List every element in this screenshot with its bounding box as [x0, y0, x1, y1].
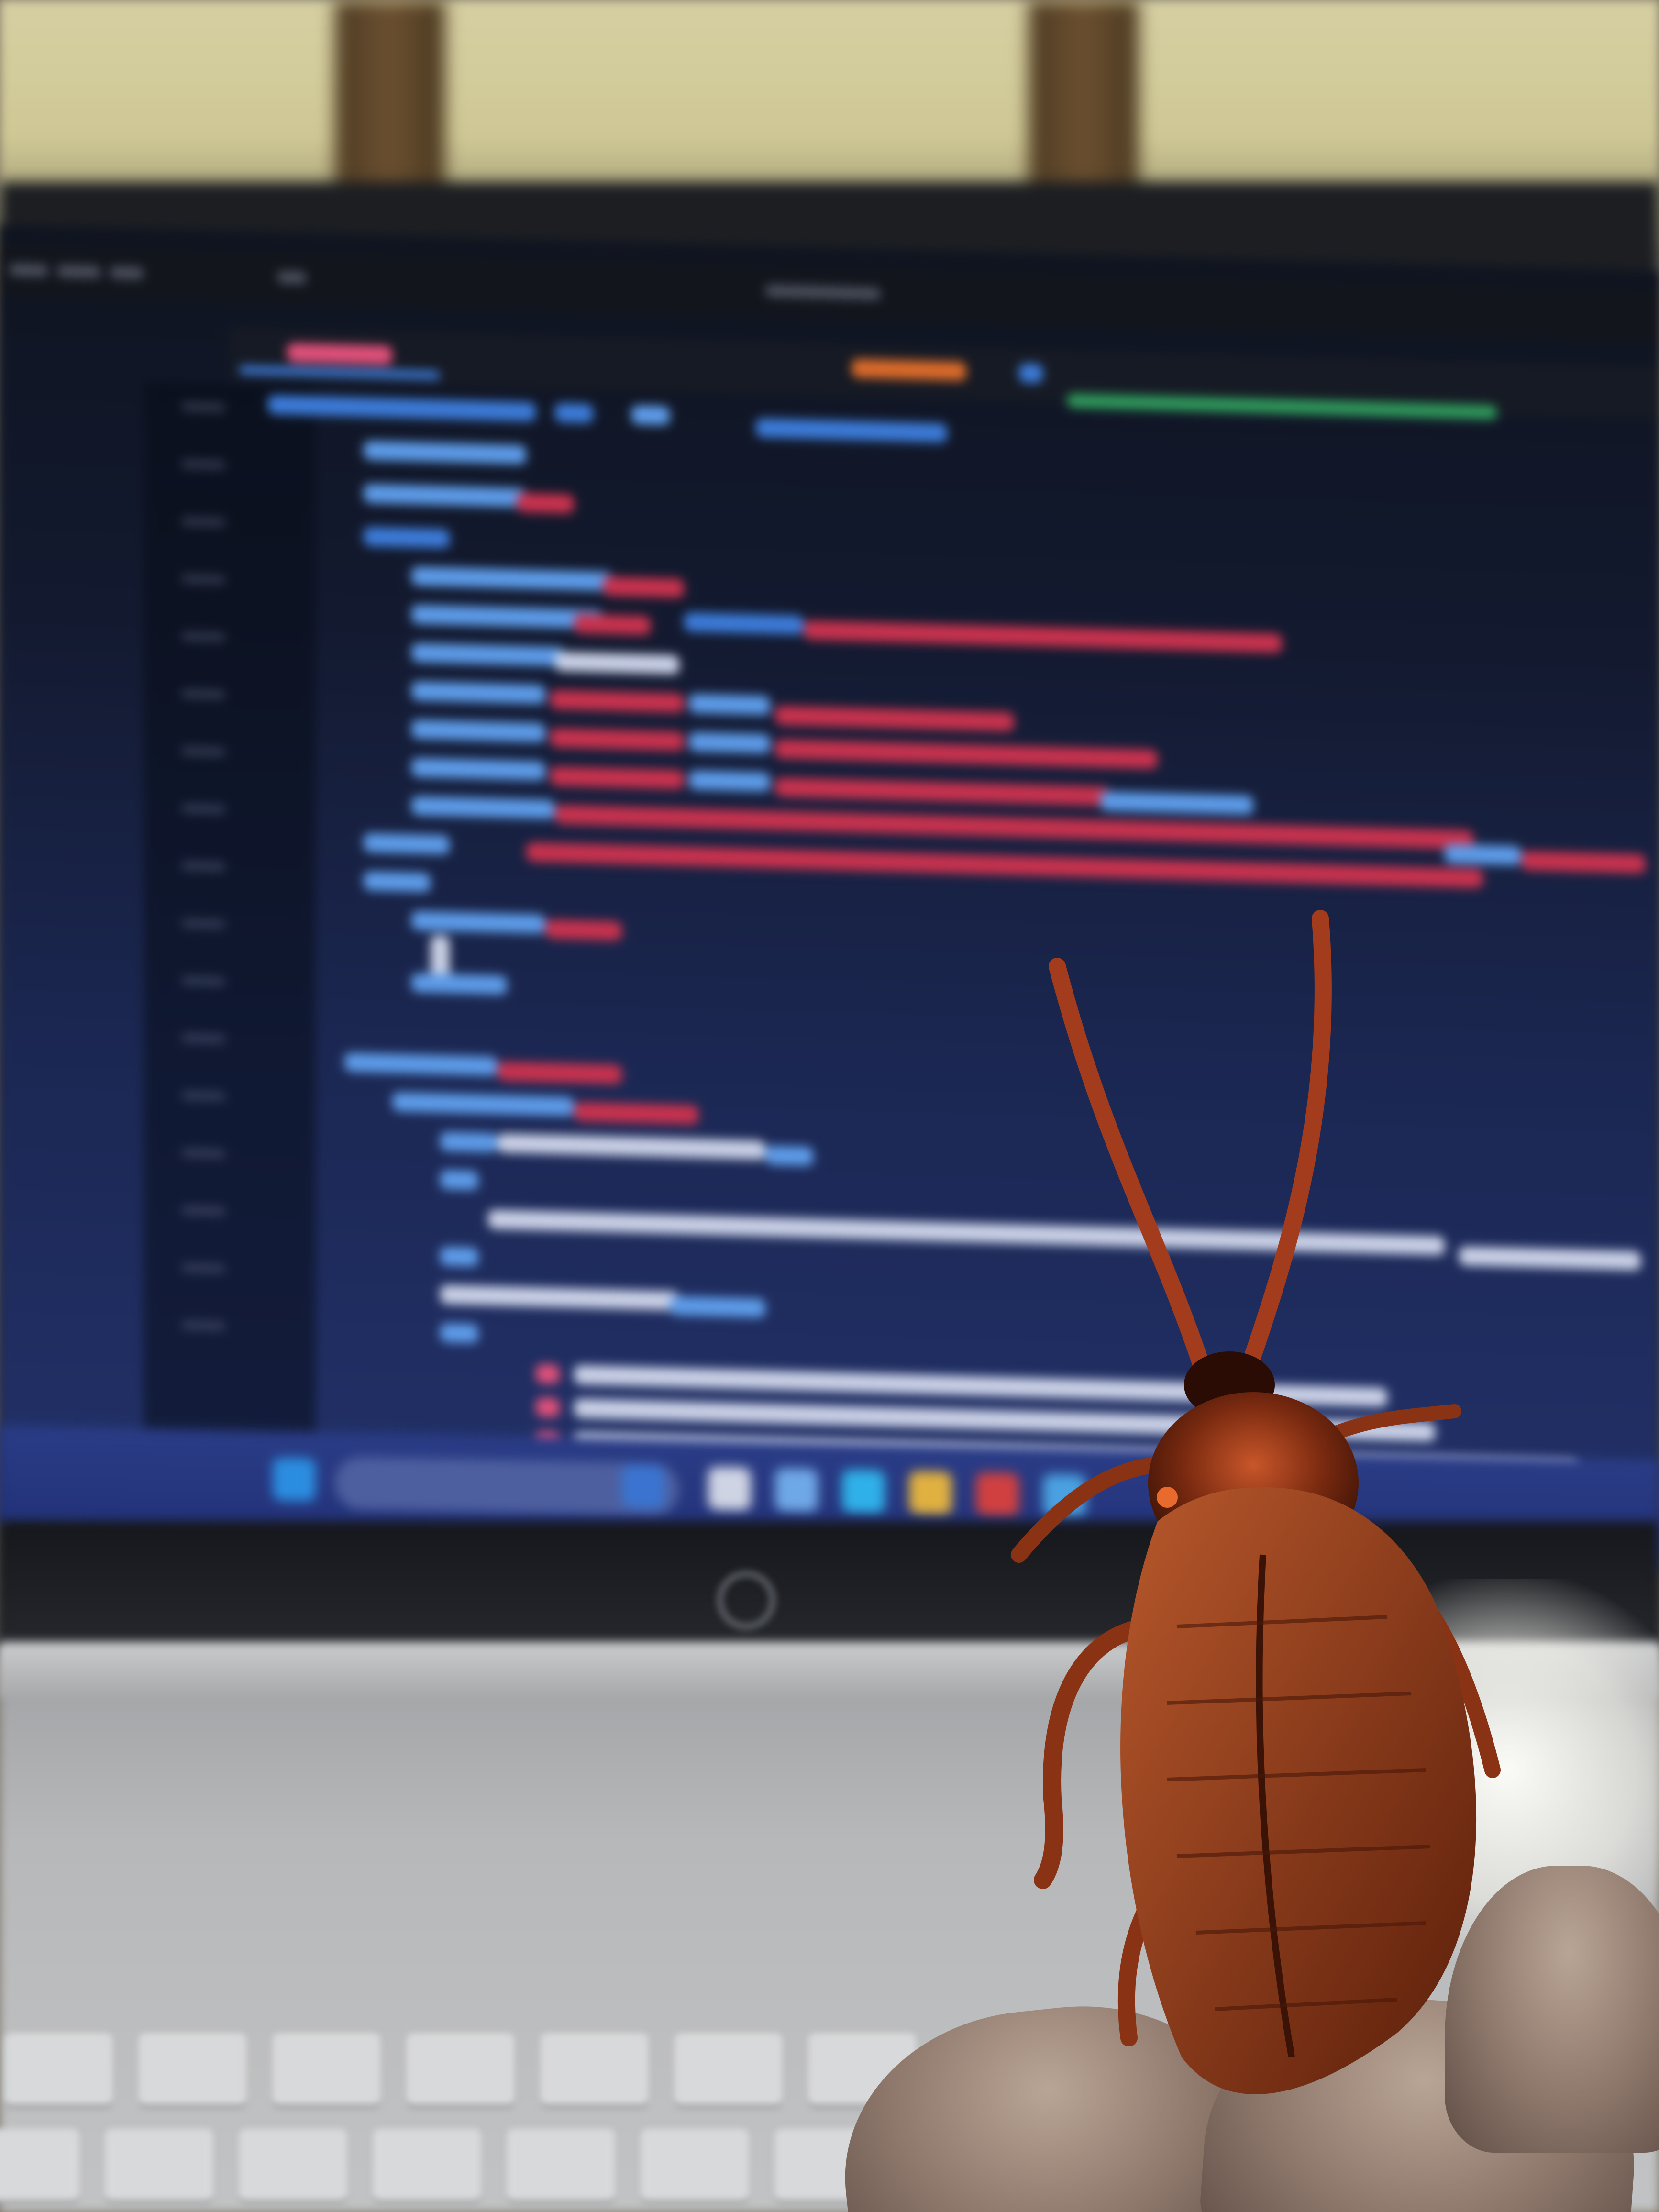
roach-leg-front-right — [1323, 1404, 1461, 1442]
photo-scene — [0, 0, 1659, 2212]
toy-cockroach — [1011, 910, 1501, 2094]
roach-antenna-right — [1240, 910, 1332, 1377]
roach-antenna-left — [1049, 958, 1214, 1386]
